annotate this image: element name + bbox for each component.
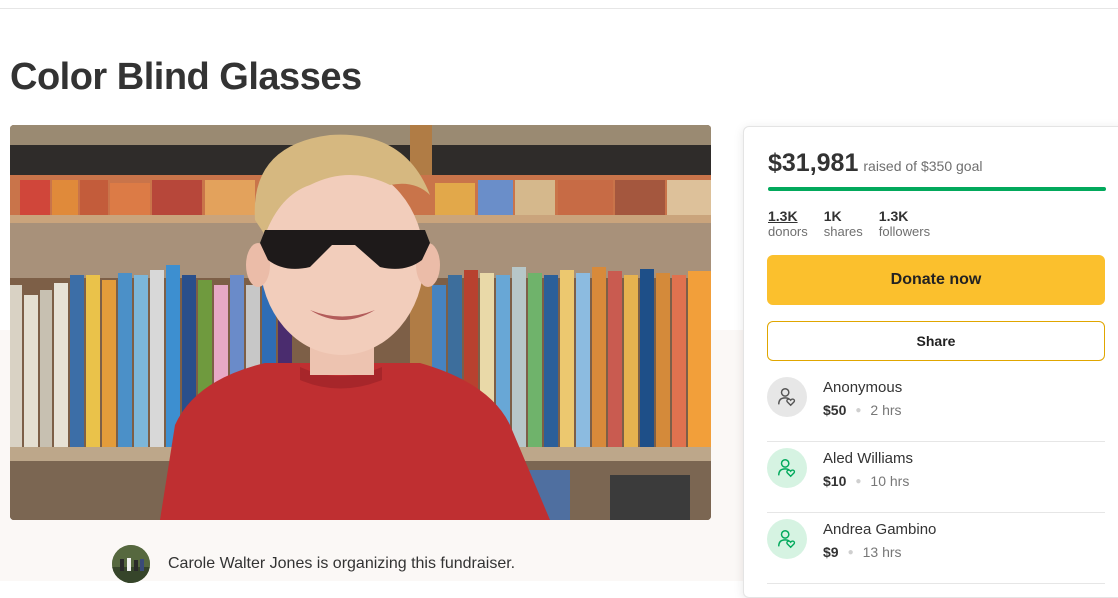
organizer-avatar[interactable]	[112, 545, 150, 583]
donation-card: $31,981 raised of $350 goal 1.3K donors …	[743, 126, 1118, 598]
amount-raised: $31,981	[768, 149, 859, 177]
stat-shares-value: 1K	[823, 208, 842, 224]
donation-meta: $10 ● 10 hrs	[823, 473, 909, 489]
campaign-hero-image	[10, 125, 711, 520]
donation-meta: $9 ● 13 hrs	[823, 544, 902, 560]
donor-name: Anonymous	[823, 379, 903, 396]
campaign-title: Color Blind Glasses	[10, 56, 362, 98]
share-button[interactable]: Share	[767, 321, 1105, 361]
goal-text: raised of $350 goal	[863, 158, 983, 174]
donor-name: Aled Williams	[823, 450, 914, 467]
stat-shares-label: shares	[823, 224, 863, 239]
donor-name: Andrea Gambino	[823, 521, 937, 538]
donation-meta: $50 ● 2 hrs	[823, 402, 902, 418]
campaign-stats: 1.3K donors 1K shares 1.3K followers	[768, 208, 946, 240]
separator-dot: ●	[847, 546, 854, 558]
stat-donors-label: donors	[768, 224, 808, 239]
donation-item: Aled Williams $10 ● 10 hrs	[767, 442, 1105, 513]
donation-time: 13 hrs	[862, 544, 902, 560]
organizer-line: Carole Walter Jones is organizing this f…	[112, 545, 515, 583]
donate-now-button[interactable]: Donate now	[767, 255, 1105, 305]
person-heart-icon	[767, 519, 807, 559]
progress-bar-fill	[768, 187, 1106, 191]
stat-donors-value[interactable]: 1.3K	[768, 208, 808, 224]
organizer-text: Carole Walter Jones is organizing this f…	[168, 555, 516, 572]
progress-bar	[768, 187, 1106, 191]
donation-time: 10 hrs	[870, 473, 910, 489]
donation-time: 2 hrs	[870, 402, 902, 418]
header-divider	[0, 8, 1118, 9]
donation-amount: $50	[823, 402, 847, 418]
donation-item: Anonymous $50 ● 2 hrs	[767, 371, 1105, 442]
donation-amount: $9	[823, 544, 839, 560]
recent-donations-list: Anonymous $50 ● 2 hrs Aled Williams $10 …	[767, 371, 1105, 584]
person-heart-icon	[767, 448, 807, 488]
donation-item: Andrea Gambino $9 ● 13 hrs	[767, 513, 1105, 584]
separator-dot: ●	[855, 475, 862, 487]
stat-followers: 1.3K followers	[879, 208, 930, 240]
stat-followers-value: 1.3K	[878, 208, 909, 224]
separator-dot: ●	[855, 404, 862, 416]
stat-donors[interactable]: 1.3K donors	[768, 208, 808, 240]
donation-amount: $10	[823, 473, 847, 489]
stat-followers-label: followers	[878, 224, 931, 239]
stat-shares: 1K shares	[824, 208, 863, 240]
person-heart-icon	[767, 377, 807, 417]
amount-raised-line: $31,981 raised of $350 goal	[768, 149, 982, 178]
